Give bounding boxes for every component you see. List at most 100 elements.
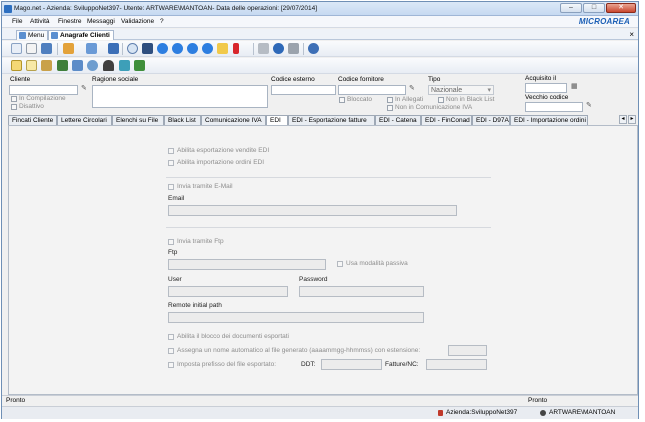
radar-icon[interactable] [86,43,97,54]
tab-edi-d97a[interactable]: EDI - D97A [472,115,510,125]
tab-lettere-circolari[interactable]: Lettere Circolari [57,115,112,125]
nome-automatico-checkbox[interactable] [168,348,174,354]
remote-path-input[interactable] [168,312,424,323]
app-icon [4,5,12,13]
codice-esterno-label: Codice esterno [271,76,315,83]
notes-icon[interactable] [26,60,37,71]
fatture-input[interactable] [426,359,487,370]
tab-scroll-right-icon[interactable]: ▸ [628,115,636,124]
copy-icon[interactable] [11,60,22,71]
app-window: Mago.net - Azienda: SviluppoNet397- Uten… [1,1,639,419]
close-button[interactable]: ✕ [606,3,636,13]
page-tabs: Fincati Cliente Lettere Circolari Elench… [8,115,638,126]
save-icon[interactable] [41,43,52,54]
doc-tab-menu[interactable]: Menu [16,30,49,40]
utente-status: ARTWARE\MANTOAN [549,409,616,416]
email-label: Email [168,195,185,202]
ragione-sociale-input[interactable] [92,85,268,108]
ddt-input[interactable] [321,359,382,370]
codice-esterno-input[interactable] [271,85,336,95]
tools-icon[interactable] [258,43,269,54]
tab-black-list[interactable]: Black List [164,115,201,125]
link-icon[interactable]: ✎ [409,84,415,92]
user-input[interactable] [168,286,288,297]
disattivo-label: Disattivo [19,103,44,110]
bloccato-checkbox[interactable] [339,97,345,103]
branches-icon[interactable] [72,60,83,71]
close-form-icon[interactable] [288,43,299,54]
alert-icon[interactable] [233,43,239,54]
main-toolbar [2,41,638,57]
tab-edi-importazione-ordini[interactable]: EDI - Importazione ordini [510,115,588,125]
lock-icon[interactable] [217,43,228,54]
disattivo-checkbox[interactable] [11,104,17,110]
prefisso-label: Imposta prefisso del file esportato: [177,361,276,368]
print-icon[interactable] [119,60,130,71]
tipo-select[interactable]: Nazionale ▾ [428,85,494,95]
help-icon[interactable] [308,43,319,54]
abilita-esportazione-checkbox[interactable] [168,148,174,154]
ftp-label: Ftp [168,249,178,256]
tab-fincati-cliente[interactable]: Fincati Cliente [8,115,57,125]
invia-ftp-checkbox[interactable] [168,239,174,245]
menu-messaggi[interactable]: Messaggi [87,18,115,25]
user-icon[interactable] [103,60,114,71]
last-record-icon[interactable] [202,43,213,54]
maximize-button[interactable]: □ [583,3,605,13]
secondary-toolbar [2,58,638,74]
first-record-icon[interactable] [157,43,168,54]
menu-validazione[interactable]: Validazione [121,18,154,25]
invia-email-checkbox[interactable] [168,184,174,190]
minimize-button[interactable]: – [560,3,582,13]
doc-tab-anagrafe-clienti[interactable]: Anagrafe Clienti [48,30,114,40]
lookup-icon[interactable]: ✎ [586,101,592,109]
browse-icon[interactable] [142,43,153,54]
tab-scroll-left-icon[interactable]: ◂ [619,115,627,124]
abilita-importazione-checkbox[interactable] [168,160,174,166]
report-icon[interactable] [63,43,74,54]
non-in-comunicazione-iva-checkbox[interactable] [387,105,393,111]
tab-elenchi-su-file[interactable]: Elenchi su File [112,115,164,125]
acquisito-input[interactable] [525,83,567,93]
menu-icon [19,32,26,39]
cliente-input[interactable] [9,85,78,95]
previous-record-icon[interactable] [172,43,183,54]
calendar-icon[interactable]: ▦ [571,82,578,90]
ftp-input[interactable] [168,259,326,270]
globe-icon[interactable] [87,60,98,71]
query-icon[interactable] [108,43,119,54]
customers-icon [51,32,58,39]
estensione-input[interactable] [448,345,487,356]
tab-comunicazione-iva[interactable]: Comunicazione IVA [201,115,266,125]
new-document-icon[interactable] [11,43,22,54]
undo-icon[interactable] [273,43,284,54]
edit-document-icon[interactable] [26,43,37,54]
pin-icon[interactable]: ✎ [81,84,87,92]
non-in-black-list-checkbox[interactable] [438,97,444,103]
menu-attivita[interactable]: Attività [30,18,50,25]
menu-finestre[interactable]: Finestre [58,18,81,25]
in-allegati-checkbox[interactable] [387,97,393,103]
tab-edi-finconad[interactable]: EDI - FinConad [421,115,472,125]
user-icon [540,410,546,416]
abilita-importazione-label: Abilita importazione ordini EDI [177,159,265,166]
close-doc-icon[interactable]: × [629,30,634,39]
tab-edi-esportazione-fatture[interactable]: EDI - Esportazione fatture [288,115,375,125]
next-record-icon[interactable] [187,43,198,54]
blocco-checkbox[interactable] [168,334,174,340]
password-input[interactable] [299,286,424,297]
in-compilazione-checkbox[interactable] [11,96,17,102]
menu-file[interactable]: File [12,18,22,25]
vecchio-codice-input[interactable] [525,102,583,112]
menu-help[interactable]: ? [160,18,164,25]
tipo-label: Tipo [428,76,441,83]
folder-icon[interactable] [41,60,52,71]
contacts-icon[interactable] [57,60,68,71]
codice-fornitore-input[interactable] [338,85,406,95]
email-input[interactable] [168,205,457,216]
modalita-passiva-checkbox[interactable] [337,261,343,267]
prefisso-checkbox[interactable] [168,362,174,368]
tab-edi-catena[interactable]: EDI - Catena [375,115,421,125]
search-icon[interactable] [127,43,138,54]
sales-icon[interactable] [134,60,145,71]
